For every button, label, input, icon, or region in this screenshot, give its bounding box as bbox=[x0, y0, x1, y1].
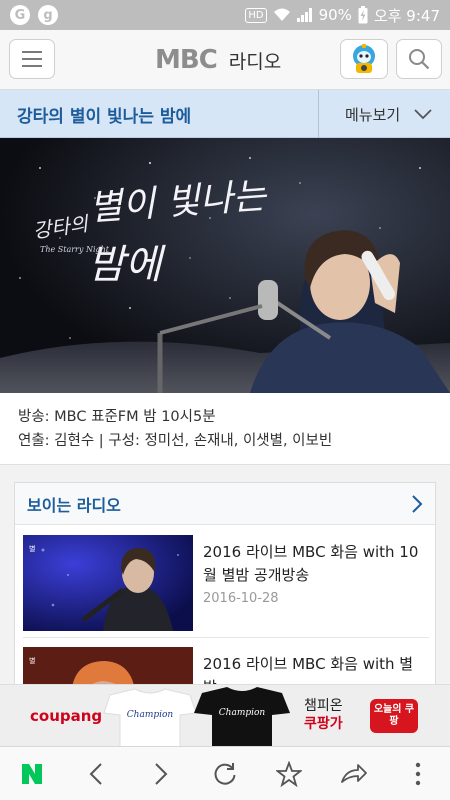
ad-line2: 쿠팡가 bbox=[304, 716, 343, 732]
clock: 오후 9:47 bbox=[373, 6, 440, 25]
ad-badge: 오늘의 쿠팡 bbox=[370, 699, 418, 733]
banner-art: 강타의 별이 빛나는 밤에 The Starry Night bbox=[0, 138, 450, 393]
mascot-icon bbox=[353, 44, 375, 73]
app-notification-icon: G bbox=[10, 5, 30, 25]
chevron-down-icon bbox=[414, 109, 432, 119]
ad-banner[interactable]: coupang Champion Champion 챔피온 쿠팡가 오늘의 쿠팡 bbox=[0, 684, 450, 747]
app-header: MBC 라디오 bbox=[0, 30, 450, 90]
video-thumbnail: 별 bbox=[23, 535, 193, 631]
back-button[interactable] bbox=[64, 747, 128, 800]
hamburger-icon bbox=[22, 51, 42, 53]
more-menu-button[interactable] bbox=[386, 747, 450, 800]
chevron-right-icon bbox=[154, 762, 168, 785]
chevron-right-icon bbox=[412, 494, 423, 513]
program-info: 방송: MBC 표준FM 밤 10시5분 연출: 김현수 | 구성: 정미선, … bbox=[0, 393, 450, 465]
mbc-logo: MBC bbox=[155, 45, 218, 75]
brand-subtitle: 라디오 bbox=[228, 50, 282, 73]
search-icon bbox=[409, 49, 430, 70]
svg-text:별: 별 bbox=[29, 656, 35, 665]
banner-subtitle-en: The Starry Night bbox=[40, 245, 110, 254]
divider bbox=[23, 637, 429, 638]
item-title: 2016 라이브 MBC 화음 with 10월 별밤 공개방송 bbox=[203, 543, 419, 584]
broadcast-info: 방송: MBC 표준FM 밤 10시5분 bbox=[18, 409, 216, 425]
credits-info: 연출: 김현수 | 구성: 정미선, 손재내, 이샛별, 이보빈 bbox=[18, 433, 333, 449]
forward-button[interactable] bbox=[129, 747, 193, 800]
item-date: 2016-10-28 bbox=[203, 591, 279, 606]
program-title[interactable]: 강타의 별이 빛나는 밤에 bbox=[17, 102, 191, 127]
refresh-button[interactable] bbox=[193, 747, 257, 800]
brand[interactable]: MBC 라디오 bbox=[155, 44, 281, 76]
browser-toolbar bbox=[0, 746, 450, 800]
hd-voice-icon: HD bbox=[245, 7, 267, 23]
search-button[interactable] bbox=[396, 39, 442, 79]
coupang-logo: coupang bbox=[30, 707, 103, 725]
bookmark-button[interactable] bbox=[257, 747, 321, 800]
wifi-icon bbox=[273, 8, 290, 21]
program-menu-button[interactable]: 메뉴보기 bbox=[318, 90, 450, 138]
svg-text:별: 별 bbox=[29, 544, 35, 553]
ad-copy: 챔피온 쿠팡가 bbox=[304, 697, 343, 733]
list-item[interactable]: 별 2016 라이브 MBC 화음 with 10월 별밤 공개방송 2016-… bbox=[23, 527, 429, 635]
menu-button[interactable] bbox=[9, 39, 55, 79]
program-bar: 강타의 별이 빛나는 밤에 메뉴보기 bbox=[0, 90, 450, 138]
chevron-left-icon bbox=[90, 762, 103, 785]
program-banner[interactable]: 강타의 별이 빛나는 밤에 The Starry Night bbox=[0, 138, 450, 393]
tshirt-images: Champion Champion bbox=[103, 687, 290, 747]
program-menu-label: 메뉴보기 bbox=[345, 105, 401, 124]
naver-n-icon bbox=[22, 763, 43, 784]
status-bar: G g HD 90% 오후 9:47 bbox=[0, 0, 450, 30]
refresh-icon bbox=[214, 762, 236, 785]
svg-text:Champion: Champion bbox=[127, 710, 174, 720]
svg-text:Champion: Champion bbox=[219, 708, 266, 718]
ad-line1: 챔피온 bbox=[304, 698, 343, 714]
visible-radio-header[interactable]: 보이는 라디오 bbox=[15, 483, 435, 525]
share-icon bbox=[340, 763, 367, 783]
share-button[interactable] bbox=[321, 747, 385, 800]
signal-icon bbox=[296, 8, 312, 22]
battery-charging-icon bbox=[358, 6, 368, 24]
more-vertical-icon bbox=[415, 762, 421, 785]
naver-home-button[interactable] bbox=[0, 747, 64, 800]
star-icon bbox=[276, 760, 303, 787]
app-notification-icon-2: g bbox=[38, 5, 58, 25]
battery-percent: 90% bbox=[318, 6, 352, 24]
section-title: 보이는 라디오 bbox=[27, 495, 121, 515]
mascot-button[interactable] bbox=[340, 39, 388, 79]
